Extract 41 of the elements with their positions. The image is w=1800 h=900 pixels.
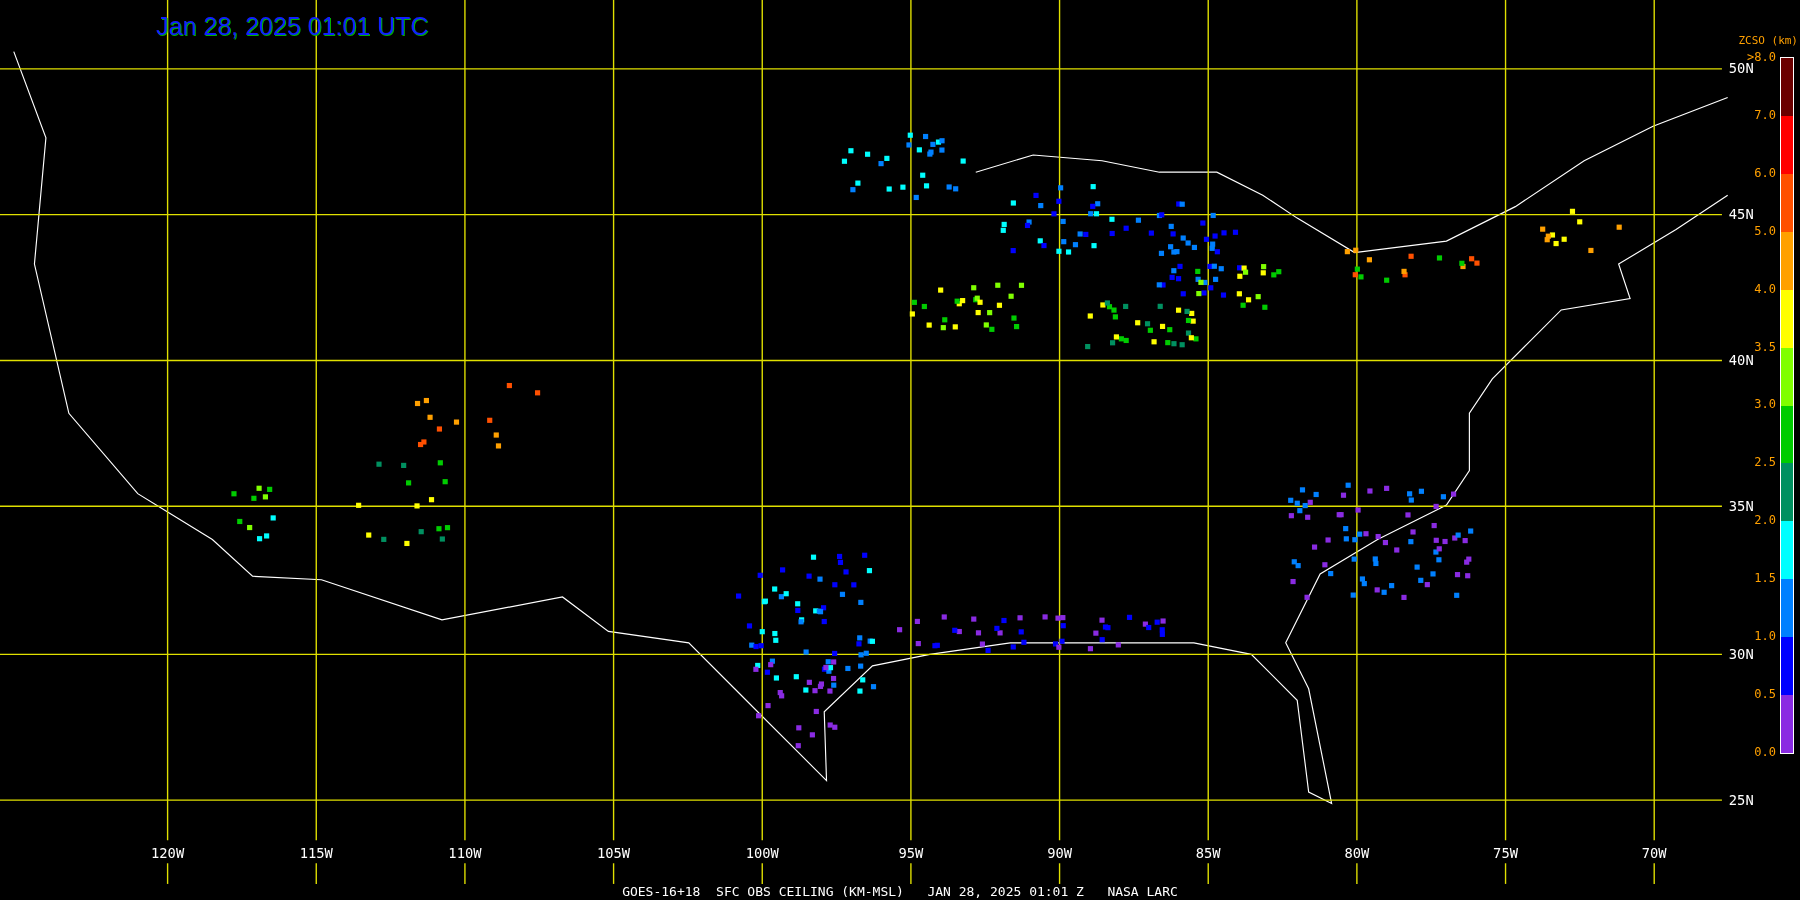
scale-label: 2.5: [1753, 455, 1776, 470]
longitude-label: 95W: [898, 844, 924, 861]
longitude-label: 80W: [1344, 844, 1370, 861]
scale-label: 0.5: [1753, 686, 1776, 701]
grid-line: [1653, 862, 1655, 885]
latitude-label: 40N: [1728, 352, 1754, 369]
longitude-label: 90W: [1047, 844, 1072, 861]
latitude-label: 45N: [1728, 206, 1754, 223]
scale-label: 4.0: [1753, 281, 1776, 296]
grid-line: [1356, 862, 1358, 885]
scale-label: 0.0: [1753, 744, 1776, 759]
scale-label: 3.0: [1753, 397, 1776, 412]
grid-line: [166, 862, 169, 885]
longitude-label: 110W: [448, 844, 482, 861]
grid-line: [910, 862, 912, 885]
longitude-label: 85W: [1195, 844, 1221, 861]
grid-line: [612, 862, 615, 885]
longitude-label: 70W: [1641, 844, 1667, 861]
latitude-label: 30N: [1728, 645, 1754, 662]
caption: GOES-16+18 SFC OBS CEILING (KM-MSL) JAN 28, 2025 01:01 Z NASA LARC: [622, 884, 1178, 899]
longitude-label: 105W: [597, 844, 631, 861]
longitude-label: 75W: [1493, 844, 1518, 861]
longitude-label: 120W: [151, 844, 185, 861]
grid-line: [315, 862, 317, 885]
grid-line: [464, 862, 466, 885]
scale-label: 6.0: [1753, 165, 1776, 180]
grid-line: [761, 862, 763, 885]
grid-line: [1058, 862, 1061, 885]
scale-label: 2.0: [1753, 513, 1776, 528]
scale-label: 5.0: [1753, 223, 1776, 238]
scale-label: 7.0: [1753, 107, 1776, 122]
longitude-label: 115W: [299, 844, 333, 861]
scale-label: 1.5: [1753, 571, 1776, 586]
latitude-label: 35N: [1728, 497, 1754, 514]
scale-label: 3.5: [1753, 339, 1776, 354]
grid-line: [1504, 862, 1507, 885]
legend-title: ZCSO (km): [1738, 34, 1798, 47]
grid-line: [1207, 862, 1209, 885]
scale-label: 1.0: [1753, 629, 1776, 644]
latitude-label: 25N: [1728, 791, 1754, 808]
longitude-label: 100W: [745, 844, 779, 861]
